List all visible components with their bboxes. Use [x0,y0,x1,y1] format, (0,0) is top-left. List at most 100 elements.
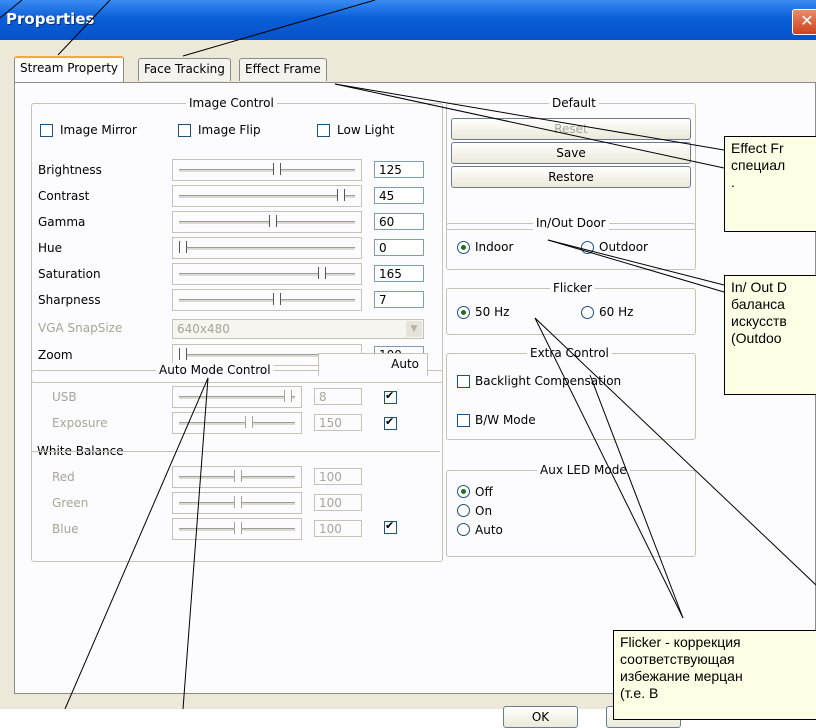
save-button[interactable]: Save [451,142,691,164]
indoor-label: Indoor [475,240,514,254]
tab-face-tracking[interactable]: Face Tracking [138,58,231,81]
usb-value: 8 [314,388,362,405]
callout-line: специал [731,157,786,173]
image-control-group: Image Control Image Mirror Image Flip Lo… [31,96,443,383]
exposure-label: Exposure [52,416,108,430]
callout-line: In/ Out D [731,279,788,295]
backlight-compensation-checkbox[interactable] [457,375,470,388]
tab-stream-property[interactable]: Stream Property [14,56,125,84]
slider-thumb[interactable] [272,163,281,175]
outdoor-label: Outdoor [599,240,648,254]
slider[interactable] [172,159,362,181]
slider-track [179,221,355,225]
outdoor-radio[interactable] [581,241,594,254]
slider-thumb[interactable] [269,215,278,227]
indoor-radio[interactable] [457,241,470,254]
saturation-label: Saturation [38,267,101,281]
slider [172,518,302,540]
slider-track [179,422,295,426]
bw-mode-checkbox[interactable] [457,414,470,427]
slider[interactable] [172,263,362,285]
60hz-label: 60 Hz [599,305,634,319]
slider-thumb[interactable] [318,267,327,279]
sharpness-value[interactable]: 7 [374,291,424,308]
image-flip-checkbox[interactable] [178,124,191,137]
callout-line: избежание мерцан [620,668,743,684]
slider-thumb[interactable] [179,241,187,253]
50hz-radio[interactable] [457,306,470,319]
reset-button[interactable]: Reset [451,118,691,140]
exposure-auto-checkbox[interactable] [384,415,397,430]
aux-led-on-label: On [475,504,493,518]
callout-line: Flicker - коррекция [620,634,741,650]
aux-led-auto-radio[interactable] [457,523,470,536]
brightness-value[interactable]: 125 [374,161,424,178]
slider [172,412,302,434]
image-mirror-checkbox[interactable] [40,124,53,137]
aux-led-on-radio[interactable] [457,504,470,517]
callout-line: соответствующая [620,651,735,667]
zoom-label: Zoom [38,348,73,362]
slider-thumb[interactable] [337,189,346,201]
slider [172,466,302,488]
auto-mode-title: Auto Mode Control [156,363,274,377]
slider[interactable] [172,185,362,207]
chevron-down-icon[interactable]: ▼ [406,321,422,337]
tab-effect-frame[interactable]: Effect Frame [239,58,327,81]
slider-thumb [283,390,292,402]
ok-button[interactable]: OK [503,706,578,728]
auto-column-header: Auto [391,357,419,371]
close-button[interactable]: ✕ [792,9,816,35]
hue-value[interactable]: 0 [374,239,424,256]
slider[interactable] [172,211,362,233]
slider[interactable] [172,289,362,311]
aux-led-mode-title: Aux LED Mode [537,463,630,477]
slider-track [179,247,355,251]
image-flip-label: Image Flip [198,123,261,137]
slider-thumb [234,470,242,482]
red-value: 100 [314,468,362,485]
inout-door-group: In/Out Door Indoor Outdoor [446,216,696,270]
white-balance-auto-checkbox[interactable] [384,519,397,534]
slider-track [179,195,355,199]
title-bar: Properties ✕ [0,0,816,40]
low-light-label: Low Light [337,123,395,137]
vga-snapsize-combo[interactable]: 640x480 ▼ [172,319,424,339]
auto-mode-control-group: Auto Mode Control Auto White Balance USB… [31,353,443,562]
slider-thumb[interactable] [272,293,281,305]
slider[interactable] [172,237,362,259]
extra-control-group: Extra Control Backlight Compensation B/W… [446,346,696,440]
aux-led-off-label: Off [475,485,493,499]
image-mirror-label: Image Mirror [60,123,137,137]
flicker-group: Flicker 50 Hz 60 Hz [446,281,696,335]
aux-led-auto-label: Auto [475,523,503,537]
slider-track [179,396,295,400]
callout-line: (Outdoo [731,330,782,346]
effect-frame-callout: Effect Fr специал . [724,136,816,232]
60hz-radio[interactable] [581,306,594,319]
flicker-title: Flicker [550,281,596,295]
usb-auto-checkbox[interactable] [384,389,397,404]
contrast-value[interactable]: 45 [374,187,424,204]
hue-label: Hue [38,241,63,255]
slider [172,386,302,408]
usb-label: USB [52,390,77,404]
inout-door-title: In/Out Door [533,216,609,230]
gamma-label: Gamma [38,215,86,229]
restore-button[interactable]: Restore [451,166,691,188]
slider [172,492,302,514]
saturation-value[interactable]: 165 [374,265,424,282]
slider-track [179,169,355,173]
white-balance-divider [32,451,440,452]
slider-thumb [234,496,242,508]
brightness-label: Brightness [38,163,102,177]
slider-thumb[interactable] [179,348,187,360]
slider-thumb [245,416,253,428]
callout-line: искусств [731,313,787,329]
low-light-checkbox[interactable] [317,124,330,137]
gamma-value[interactable]: 60 [374,213,424,230]
green-label: Green [52,496,89,510]
blue-label: Blue [52,522,79,536]
image-control-title: Image Control [186,96,277,110]
aux-led-off-radio[interactable] [457,485,470,498]
